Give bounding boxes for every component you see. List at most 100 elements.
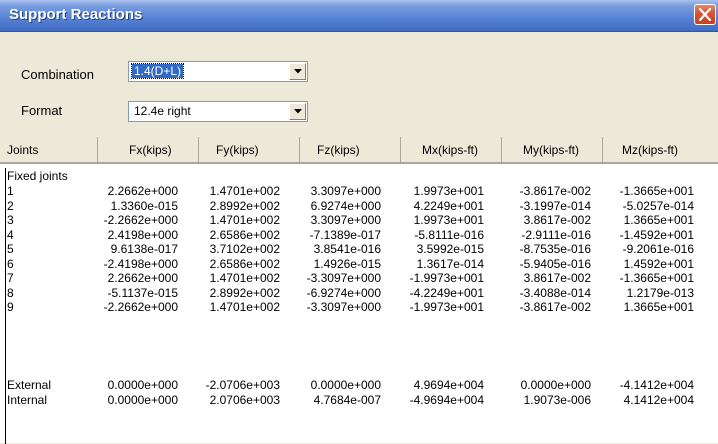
total-row-label: Internal (7, 393, 48, 407)
joint-row-fz-cell: 3.8541e-016 (313, 242, 381, 256)
joint-row-my-cell: -5.9405e-016 (519, 256, 591, 271)
joint-row-mz-cell: 1.3665e+001 (623, 213, 694, 227)
total-row-fy-cell: 2.0706e+003 (209, 393, 280, 407)
joint-row-fz-cell: -7.1389e-017 (309, 227, 381, 242)
total-row-fx-cell: 0.0000e+000 (107, 378, 178, 392)
joint-row-mz-cell: -1.3665e+001 (619, 271, 694, 285)
joint-row-mx-cell: 4.2249e+001 (413, 198, 484, 213)
joint-row-label: 3 (7, 213, 14, 227)
total-row-fz-cell: 0.0000e+000 (310, 378, 381, 392)
joint-row-mz-cell: -9.2061e-016 (622, 242, 694, 256)
joint-row-fx-cell: -2.4198e+000 (103, 256, 178, 271)
total-row-mx-cell: -4.9694e+004 (409, 393, 484, 407)
joint-row-label: 1 (7, 184, 14, 198)
joint-row-label: 4 (7, 227, 14, 242)
combination-dropdown-button[interactable] (289, 63, 306, 80)
joint-row-mz-cell: 1.4592e+001 (623, 256, 694, 271)
joint-row-fy-cell: 1.4701e+002 (209, 300, 280, 314)
joint-row-fz-cell: -3.3097e+000 (306, 271, 381, 285)
format-select[interactable]: 12.4e right (128, 101, 308, 122)
combination-value: 1.4(D+L) (130, 63, 185, 79)
joint-row-mx-cell: -4.2249e+001 (409, 285, 484, 300)
total-row-mz-cell: 4.1412e+004 (623, 393, 694, 407)
group-label: Fixed joints (7, 169, 68, 183)
joint-row-label: 2 (7, 198, 14, 213)
joint-row-my-cell: -3.1997e-014 (519, 198, 591, 213)
total-row-my-cell: 1.9073e-006 (523, 393, 591, 407)
joint-row-fz-cell: -3.3097e+000 (306, 300, 381, 314)
joint-row-fx-cell: 1.3360e-015 (110, 198, 178, 213)
joint-row-label: 6 (7, 256, 14, 271)
joint-row-label: 5 (7, 242, 14, 256)
joint-row-my-cell: -3.8617e-002 (519, 184, 591, 198)
window-title: Support Reactions (9, 6, 143, 23)
joint-row-fy-cell: 2.8992e+002 (209, 285, 280, 300)
joint-row-fx-cell: 2.4198e+000 (107, 227, 178, 242)
joint-row-mz-cell: 1.2179e-013 (626, 285, 694, 300)
joint-row-my-cell: -2.9111e-016 (521, 227, 591, 242)
joint-row-mx-cell: 3.5992e-015 (416, 242, 484, 256)
joint-row-mz-cell: 1.3665e+001 (623, 300, 694, 314)
joint-row-my-cell: -8.7535e-016 (519, 242, 591, 256)
joint-row-fx-cell: 9.6138e-017 (110, 242, 178, 256)
joint-row-mx-cell: 1.9973e+001 (413, 184, 484, 198)
joint-row-fy-cell: 3.7102e+002 (209, 242, 280, 256)
total-row-my-cell: 0.0000e+000 (520, 378, 591, 392)
chevron-down-icon (294, 109, 302, 114)
total-row-fx-cell: 0.0000e+000 (107, 393, 178, 407)
joint-row-my-cell: -3.8617e-002 (519, 300, 591, 314)
total-row-fz-cell: 4.7684e-007 (313, 393, 381, 407)
column-header-joints[interactable]: Joints (0, 137, 98, 163)
format-dropdown-button[interactable] (289, 103, 306, 120)
reactions-table[interactable]: Fixed joints 1 2.2662e+000 1.4701e+002 3.30… (0, 163, 718, 444)
row-label-bracket (5, 168, 6, 444)
joint-row-fy-cell: 2.6586e+002 (209, 227, 280, 242)
combination-select[interactable]: 1.4(D+L) (128, 61, 308, 82)
joint-row-fy-cell: 2.8992e+002 (209, 198, 280, 213)
joint-row-mx-cell: 1.3617e-014 (416, 256, 484, 271)
joint-row-fy-cell: 1.4701e+002 (209, 271, 280, 285)
total-row-mz-cell: -4.1412e+004 (619, 378, 694, 392)
joint-row-fz-cell: 3.3097e+000 (310, 213, 381, 227)
format-label: Format (21, 103, 63, 118)
joint-row-mz-cell: -1.4592e+001 (619, 227, 694, 242)
joint-row-mx-cell: -1.9973e+001 (409, 271, 484, 285)
close-icon (699, 8, 711, 21)
joint-row-my-cell: 3.8617e-002 (523, 213, 591, 227)
joint-row-mx-cell: 1.9973e+001 (413, 213, 484, 227)
total-row-fy-cell: -2.0706e+003 (205, 378, 280, 392)
column-header-mx[interactable]: Mx(kips-ft) (401, 137, 502, 163)
joint-row-fy-cell: 2.6586e+002 (209, 256, 280, 271)
joint-row-label: 8 (7, 285, 14, 300)
joint-row-mz-cell: -5.0257e-014 (622, 198, 694, 213)
joint-row-fx-cell: 2.2662e+000 (107, 184, 178, 198)
combination-label: Combination (21, 67, 94, 82)
joint-row-fz-cell: 6.9274e+000 (310, 198, 381, 213)
column-header-fz[interactable]: Fz(kips) (300, 137, 401, 163)
joint-row-my-cell: -3.4088e-014 (519, 285, 591, 300)
column-header-mz[interactable]: Mz(kips-ft) (603, 137, 718, 163)
title-bar[interactable]: Support Reactions (0, 0, 718, 32)
joint-row-my-cell: 3.8617e-002 (523, 271, 591, 285)
joint-row-mz-cell: -1.3665e+001 (619, 184, 694, 198)
joint-row-fx-cell: -2.2662e+000 (103, 213, 178, 227)
support-reactions-window: Support Reactions Combination 1.4(D+L) F… (0, 0, 718, 444)
chevron-down-icon (294, 69, 302, 74)
close-button[interactable] (694, 4, 716, 25)
joint-row-label: 7 (7, 271, 14, 285)
joint-row-mx-cell: -5.8111e-016 (414, 227, 484, 242)
format-value: 12.4e right (134, 104, 191, 118)
column-header-my[interactable]: My(kips-ft) (502, 137, 603, 163)
joint-row-fx-cell: 2.2662e+000 (107, 271, 178, 285)
joint-row-fy-cell: 1.4701e+002 (209, 184, 280, 198)
total-row-mx-cell: 4.9694e+004 (413, 378, 484, 392)
joint-row-label: 9 (7, 300, 14, 314)
joint-row-fz-cell: 3.3097e+000 (310, 184, 381, 198)
joint-row-fx-cell: -5.1137e-015 (107, 285, 179, 300)
column-header-fy[interactable]: Fy(kips) (199, 137, 300, 163)
joint-row-mx-cell: -1.9973e+001 (409, 300, 484, 314)
joint-row-fz-cell: 1.4926e-015 (313, 256, 381, 271)
column-header-fx[interactable]: Fx(kips) (98, 137, 199, 163)
joint-row-fz-cell: -6.9274e+000 (306, 285, 381, 300)
total-row-label: External (7, 378, 52, 392)
